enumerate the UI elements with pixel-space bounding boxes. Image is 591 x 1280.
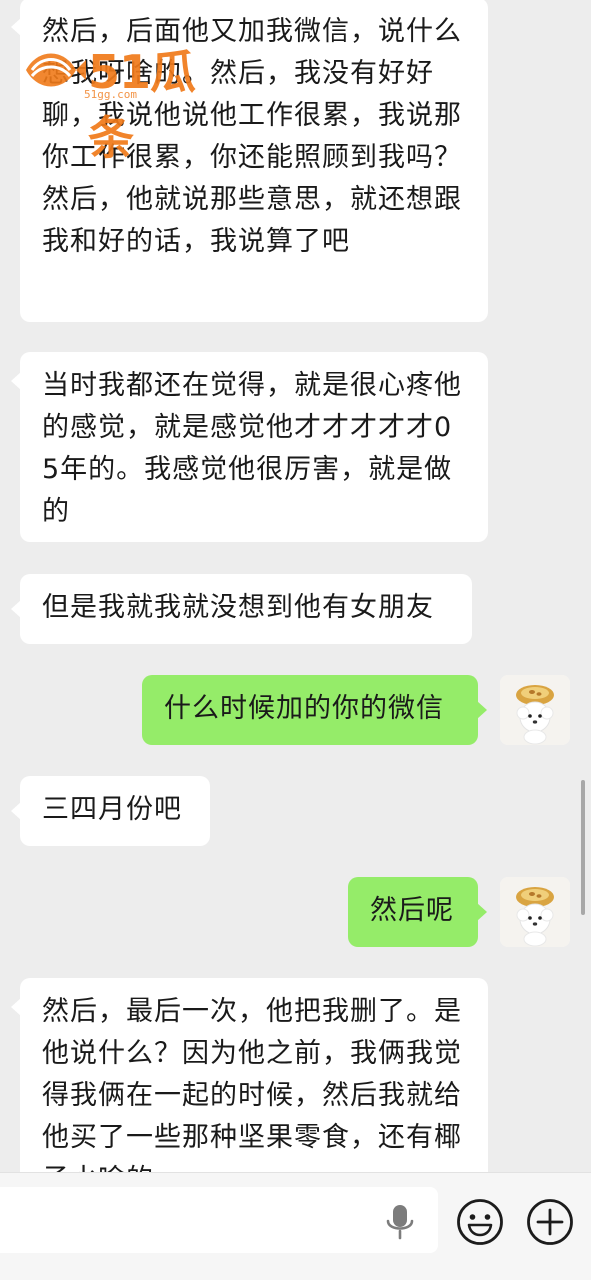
self-avatar[interactable] bbox=[500, 877, 570, 947]
chat-message-list[interactable]: 然后，后面他又加我微信，说什么想我呀啥的。然后，我没有好好聊，我说他说他工作很累… bbox=[0, 0, 591, 1172]
chat-scrollbar[interactable] bbox=[581, 780, 585, 915]
message-text: 然后呢 bbox=[370, 895, 454, 926]
message-bubble-outgoing[interactable]: 什么时候加的你的微信 bbox=[142, 675, 487, 745]
message-bubble-incoming[interactable]: 三四月份吧 bbox=[11, 776, 210, 846]
message-text: 当时我都还在觉得，就是很心疼他的感觉，就是感觉他才才才才才05年的。我感觉他很厉… bbox=[42, 370, 462, 527]
message-text: 然后，最后一次，他把我删了。是他说什么？因为他之前，我俩我觉得我俩在一起的时候，… bbox=[42, 996, 462, 1172]
input-toolbar bbox=[0, 1172, 591, 1280]
message-text: 什么时候加的你的微信 bbox=[164, 693, 444, 724]
plus-icon[interactable] bbox=[526, 1198, 574, 1246]
message-bubble-incoming[interactable]: 但是我就我就没想到他有女朋友 bbox=[11, 574, 472, 644]
poodle-avatar-icon bbox=[500, 877, 570, 947]
message-bubble-incoming[interactable]: 当时我都还在觉得，就是很心疼他的感觉，就是感觉他才才才才才05年的。我感觉他很厉… bbox=[11, 352, 488, 542]
message-bubble-incoming[interactable]: 然后，最后一次，他把我删了。是他说什么？因为他之前，我俩我觉得我俩在一起的时候，… bbox=[11, 978, 488, 1172]
microphone-icon[interactable] bbox=[382, 1199, 418, 1243]
self-avatar[interactable] bbox=[500, 675, 570, 745]
emoji-smile-icon[interactable] bbox=[456, 1198, 504, 1246]
message-bubble-incoming[interactable]: 然后，后面他又加我微信，说什么想我呀啥的。然后，我没有好好聊，我说他说他工作很累… bbox=[11, 0, 488, 322]
poodle-avatar-icon bbox=[500, 675, 570, 745]
message-input[interactable] bbox=[0, 1187, 438, 1253]
message-bubble-outgoing[interactable]: 然后呢 bbox=[348, 877, 487, 947]
message-text: 但是我就我就没想到他有女朋友 bbox=[42, 592, 434, 623]
message-text: 三四月份吧 bbox=[42, 794, 182, 825]
message-text: 然后，后面他又加我微信，说什么想我呀啥的。然后，我没有好好聊，我说他说他工作很累… bbox=[42, 16, 462, 257]
